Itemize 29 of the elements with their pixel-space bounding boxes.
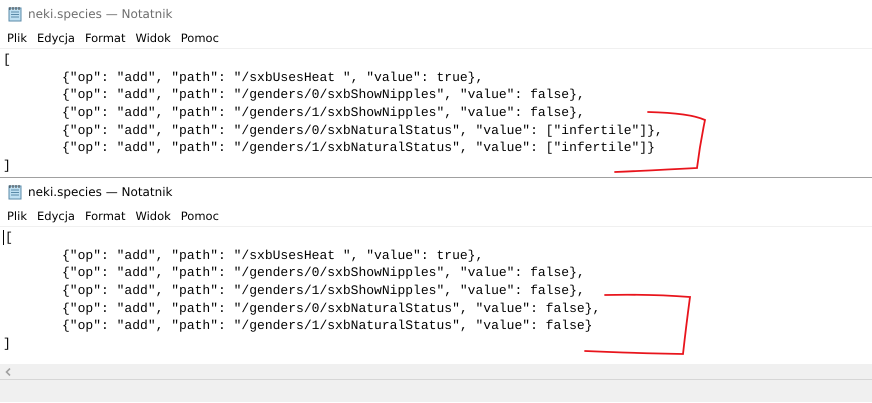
code-line: {"op": "add", "path": "/genders/0/sxbShowNipples", "value": false}, — [62, 264, 585, 282]
window-title: neki.species — Notatnik — [28, 7, 173, 21]
menu-item[interactable]: Widok — [130, 31, 176, 45]
code-line: {"op": "add", "path": "/genders/1/sxbNaturalStatus", "value": false} — [62, 317, 592, 336]
horizontal-scrollbar[interactable] — [0, 364, 872, 380]
code-line: {"op": "add", "path": "/genders/1/sxbNaturalStatus", "value": ["infertile"]} — [62, 139, 655, 158]
menu-item[interactable]: Edycja — [32, 209, 80, 223]
code-line: ] — [3, 157, 11, 175]
menu-item[interactable]: Plik — [2, 31, 32, 45]
menu-item[interactable]: Widok — [130, 209, 176, 223]
code-line: {"op": "add", "path": "/genders/0/sxbShowNipples", "value": false}, — [62, 86, 585, 104]
menu-item[interactable]: Edycja — [32, 31, 80, 45]
menu-item[interactable]: Pomoc — [176, 31, 224, 45]
code-line: [ — [3, 51, 11, 69]
code-line: {"op": "add", "path": "/genders/0/sxbNaturalStatus", "value": ["infertile"]}, — [62, 122, 663, 140]
code-line: {"op": "add", "path": "/genders/1/sxbShowNipples", "value": false}, — [62, 282, 585, 300]
code-line: {"op": "add", "path": "/genders/0/sxbNaturalStatus", "value": false}, — [62, 300, 600, 318]
notepad-icon — [8, 184, 22, 200]
code-line: {"op": "add", "path": "/genders/1/sxbShowNipples", "value": false}, — [62, 104, 585, 122]
notepad-icon — [8, 6, 22, 22]
menu-item[interactable]: Pomoc — [176, 209, 224, 223]
window-title: neki.species — Notatnik — [28, 185, 173, 199]
menu-item[interactable]: Format — [80, 209, 130, 223]
code-line: ] — [3, 335, 11, 353]
menu-item[interactable]: Plik — [2, 209, 32, 223]
code-line: [ — [5, 229, 13, 247]
code-line: {"op": "add", "path": "/sxbUsesHeat ", "value": true}, — [62, 68, 484, 86]
code-line: {"op": "add", "path": "/sxbUsesHeat ", "value": true}, — [62, 246, 484, 264]
menu-item[interactable]: Format — [80, 31, 130, 45]
